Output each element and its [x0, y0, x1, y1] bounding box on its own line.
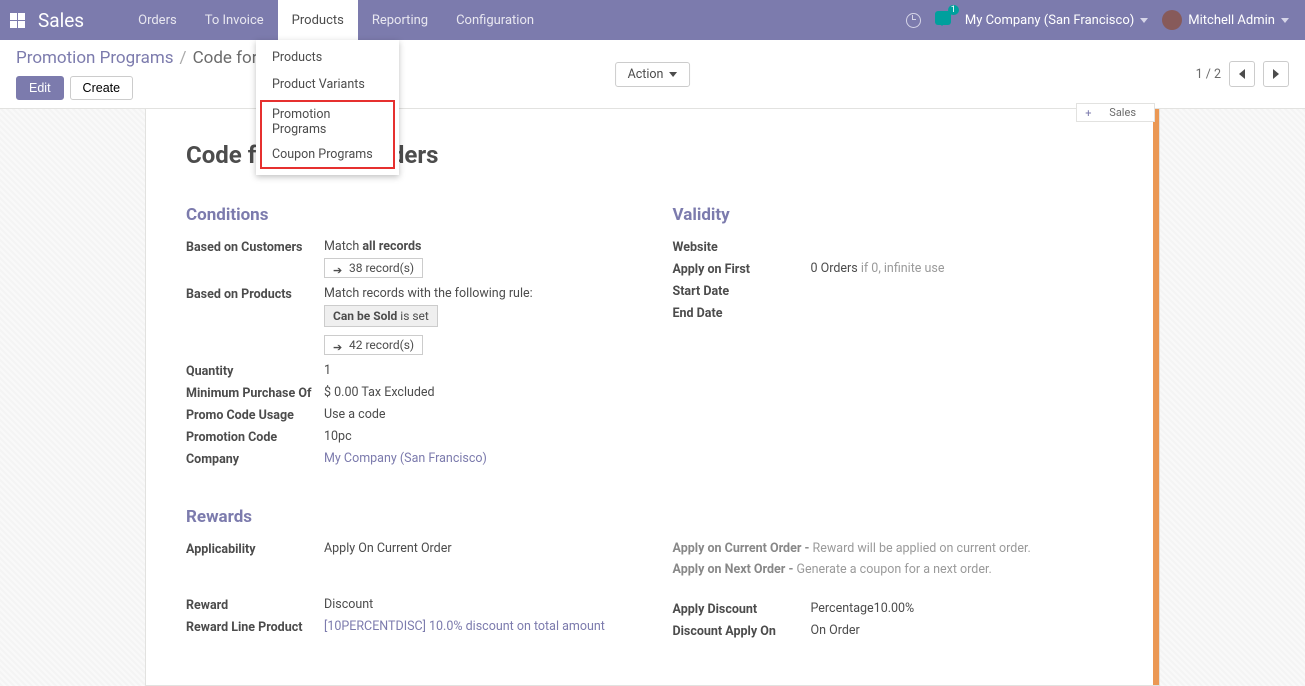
- discuss-icon[interactable]: 1: [935, 11, 951, 29]
- breadcrumb-root[interactable]: Promotion Programs: [16, 48, 174, 68]
- pager: 1 / 2: [1196, 61, 1289, 87]
- value-company-link[interactable]: My Company (San Francisco): [324, 451, 633, 466]
- company-switcher[interactable]: My Company (San Francisco): [965, 13, 1148, 28]
- section-conditions: Conditions: [186, 205, 633, 225]
- label-website: Website: [673, 239, 811, 255]
- conditions-column: Conditions Based on Customers Match all …: [186, 205, 633, 473]
- pager-next-button[interactable]: [1263, 61, 1289, 87]
- edit-button[interactable]: Edit: [16, 76, 64, 100]
- value-apply-discount: Percentage10.00%: [811, 601, 1120, 616]
- stat-label: Sales: [1109, 106, 1136, 119]
- label-based-customers: Based on Customers: [186, 239, 324, 255]
- nav-configuration[interactable]: Configuration: [442, 0, 548, 40]
- nav-menu: Orders To Invoice Products Reporting Con…: [124, 0, 548, 40]
- value-apply-first: 0 Orders if 0, infinite use: [811, 261, 1120, 276]
- nav-reporting[interactable]: Reporting: [358, 0, 442, 40]
- rule-tag: Can be Sold is set: [324, 305, 438, 327]
- label-apply-discount: Apply Discount: [673, 601, 811, 617]
- user-name: Mitchell Admin: [1188, 13, 1275, 28]
- match-rule-text: Match records with the following rule:: [324, 286, 533, 301]
- activity-icon[interactable]: [906, 13, 921, 28]
- label-company: Company: [186, 451, 324, 467]
- dd-product-variants[interactable]: Product Variants: [256, 71, 399, 98]
- pager-range: 1 / 2: [1196, 67, 1221, 82]
- company-name: My Company (San Francisco): [965, 13, 1134, 28]
- breadcrumb-sep: /: [180, 48, 187, 68]
- label-discount-apply-on: Discount Apply On: [673, 623, 811, 639]
- action-label: Action: [628, 67, 664, 82]
- value-promo-usage: Use a code: [324, 407, 633, 422]
- value-min-purchase: $ 0.00 Tax Excluded: [324, 385, 633, 400]
- value-applicability: Apply On Current Order: [324, 541, 633, 556]
- value-reward: Discount: [324, 597, 633, 612]
- status-ribbon: [1153, 109, 1159, 685]
- dd-products[interactable]: Products: [256, 44, 399, 71]
- main-navbar: Sales Orders To Invoice Products Reporti…: [0, 0, 1305, 40]
- chevron-down-icon: [669, 72, 677, 77]
- section-rewards: Rewards: [186, 507, 1119, 527]
- rewards-left-column: Applicability Apply On Current Order Rew…: [186, 541, 633, 645]
- label-end-date: End Date: [673, 305, 811, 321]
- value-reward-line-link[interactable]: [10PERCENTDISC] 10.0% discount on total …: [324, 619, 633, 634]
- products-dropdown: Products Product Variants Promotion Prog…: [256, 40, 399, 175]
- dd-coupon-programs[interactable]: Coupon Programs: [262, 142, 393, 167]
- value-promo-code: 10pc: [324, 429, 633, 444]
- label-based-products: Based on Products: [186, 286, 324, 302]
- control-panel: Promotion Programs / Code for 10 Edit Cr…: [0, 40, 1305, 109]
- match-text: Match all records: [324, 239, 421, 254]
- action-button[interactable]: Action: [615, 62, 691, 87]
- label-apply-first: Apply on First: [673, 261, 811, 277]
- records-38-button[interactable]: 38 record(s): [324, 258, 423, 278]
- label-quantity: Quantity: [186, 363, 324, 379]
- avatar: [1162, 10, 1182, 30]
- label-applicability: Applicability: [186, 541, 324, 557]
- dd-promotion-programs[interactable]: Promotion Programs: [262, 102, 393, 142]
- plus-icon: +: [1085, 107, 1091, 120]
- app-brand[interactable]: Sales: [38, 9, 84, 32]
- nav-right: 1 My Company (San Francisco) Mitchell Ad…: [906, 10, 1305, 30]
- label-promo-usage: Promo Code Usage: [186, 407, 324, 423]
- pager-prev-button[interactable]: [1229, 61, 1255, 87]
- nav-products[interactable]: Products: [278, 0, 358, 40]
- value-quantity: 1: [324, 363, 633, 378]
- label-reward: Reward: [186, 597, 324, 613]
- records-42-button[interactable]: 42 record(s): [324, 335, 423, 355]
- discuss-count-badge: 1: [948, 5, 959, 15]
- help-text-next: Apply on Next Order - Generate a coupon …: [673, 562, 1120, 577]
- form-background: + Sales Code for 10% on orders Condition…: [0, 109, 1305, 686]
- label-reward-line: Reward Line Product: [186, 619, 324, 635]
- rewards-right-column: Apply on Current Order - Reward will be …: [673, 541, 1120, 645]
- chevron-left-icon: [1239, 69, 1245, 79]
- chevron-down-icon: [1140, 18, 1148, 23]
- section-validity: Validity: [673, 205, 1120, 225]
- chevron-down-icon: [1281, 18, 1289, 23]
- label-start-date: Start Date: [673, 283, 811, 299]
- form-sheet: + Sales Code for 10% on orders Condition…: [145, 109, 1160, 686]
- chevron-right-icon: [1273, 69, 1279, 79]
- stat-button-sales[interactable]: + Sales: [1076, 103, 1155, 122]
- nav-orders[interactable]: Orders: [124, 0, 191, 40]
- nav-to-invoice[interactable]: To Invoice: [191, 0, 278, 40]
- breadcrumb: Promotion Programs / Code for 10: [16, 48, 281, 68]
- value-discount-apply-on: On Order: [811, 623, 1120, 638]
- user-menu[interactable]: Mitchell Admin: [1162, 10, 1289, 30]
- help-text-current: Apply on Current Order - Reward will be …: [673, 541, 1120, 556]
- label-promo-code: Promotion Code: [186, 429, 324, 445]
- apps-icon[interactable]: [10, 12, 26, 28]
- arrow-right-icon: [333, 263, 343, 273]
- dd-highlight-box: Promotion Programs Coupon Programs: [260, 100, 395, 169]
- arrow-right-icon: [333, 340, 343, 350]
- label-min-purchase: Minimum Purchase Of: [186, 385, 324, 401]
- validity-column: Validity Website Apply on First 0 Orders…: [673, 205, 1120, 473]
- create-button[interactable]: Create: [70, 76, 134, 100]
